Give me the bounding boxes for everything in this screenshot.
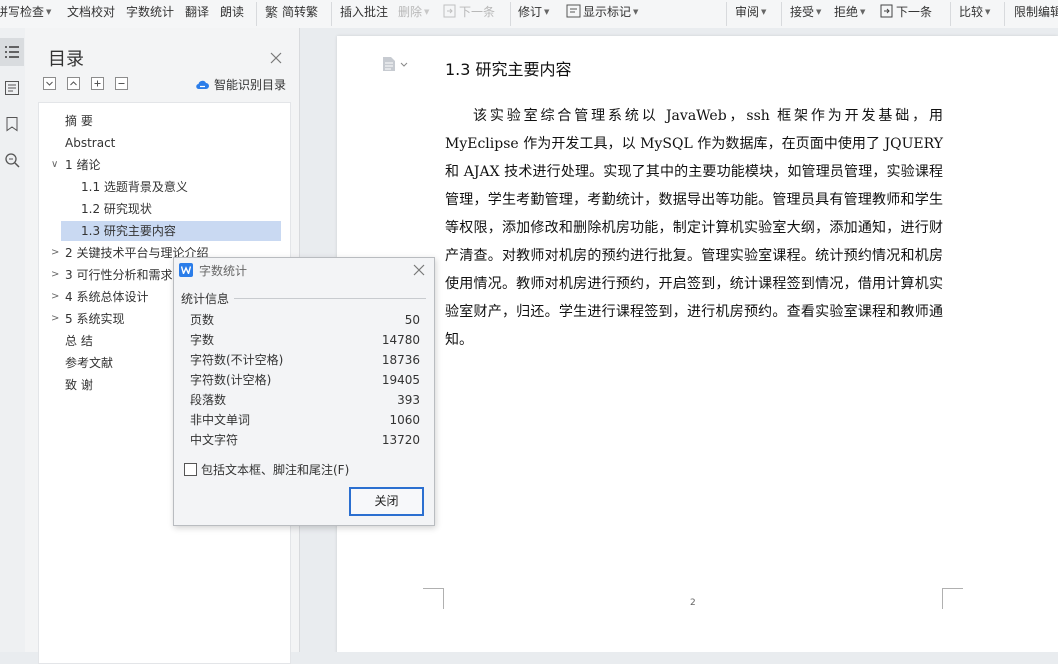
read-aloud-button[interactable]: 朗读 xyxy=(220,4,244,22)
reject-button[interactable]: 拒绝 ▼ xyxy=(834,4,865,22)
bookmark-icon xyxy=(6,117,18,132)
translate-button[interactable]: 翻译 xyxy=(185,4,209,22)
outline-panel-button[interactable] xyxy=(0,74,24,102)
ribbon-separator xyxy=(1004,2,1005,26)
section-body-text: 该实验室综合管理系统以 JavaWeb，ssh 框架作为开发基础，用 MyEcl… xyxy=(445,108,943,348)
accept-button[interactable]: 接受 ▼ xyxy=(790,4,821,22)
stats-group-label: 统计信息 xyxy=(181,292,230,306)
document-icon xyxy=(383,57,408,71)
toc-item-1-1[interactable]: 1.1 选题背景及意义 xyxy=(81,177,188,197)
chevron-right-icon[interactable]: > xyxy=(51,269,59,280)
toc-list-icon xyxy=(5,46,19,58)
add-level-button[interactable] xyxy=(91,77,104,90)
traditional-char-icon: 繁 xyxy=(265,4,280,23)
stat-row-pages: 页数 50 xyxy=(190,313,420,327)
stat-row-words: 字数 14780 xyxy=(190,333,420,347)
toc-item-chapter-4[interactable]: 4 系统总体设计 xyxy=(65,287,148,307)
toc-item-chapter-1[interactable]: 1 绪论 xyxy=(65,155,100,175)
ribbon-separator xyxy=(331,2,332,26)
simplified-to-traditional-button[interactable]: 繁简转繁 xyxy=(265,4,318,22)
toc-item-summary[interactable]: 总 结 xyxy=(65,331,93,351)
ribbon-separator xyxy=(950,2,951,26)
outline-icon xyxy=(5,81,19,95)
svg-text:繁: 繁 xyxy=(265,5,278,19)
ribbon-separator xyxy=(781,2,782,26)
stat-row-paragraphs: 段落数 393 xyxy=(190,393,420,407)
compare-button[interactable]: 比较 ▼ xyxy=(959,4,990,22)
toc-panel-button[interactable] xyxy=(0,38,24,66)
paragraph-menu-button[interactable] xyxy=(382,56,408,76)
toc-item-1-2[interactable]: 1.2 研究现状 xyxy=(81,199,152,219)
dialog-title: 字数统计 xyxy=(199,264,248,278)
remove-level-button[interactable] xyxy=(115,77,128,90)
collapse-all-button[interactable] xyxy=(43,77,56,90)
delete-comment-button[interactable]: 删除 ▼ xyxy=(398,4,429,22)
chevron-right-icon[interactable]: > xyxy=(51,291,59,302)
include-textbox-footnotes-checkbox[interactable] xyxy=(184,463,197,476)
include-textbox-footnotes-label[interactable]: 包括文本框、脚注和尾注(F) xyxy=(201,461,349,478)
group-divider xyxy=(234,298,426,299)
next-change-icon xyxy=(879,4,894,23)
word-count-button[interactable]: 字数统计 xyxy=(126,4,174,22)
word-count-dialog: 字数统计 统计信息 页数 50 字数 14780 字符数(不计空格) 18736 字符… xyxy=(173,257,435,526)
chevron-right-icon[interactable]: > xyxy=(51,247,59,258)
stat-row-chinese-chars: 中文字符 13720 xyxy=(190,433,420,447)
chevron-right-icon[interactable]: > xyxy=(51,313,59,324)
next-change-button[interactable]: 下一条 xyxy=(879,4,932,22)
dialog-close-icon-button[interactable] xyxy=(413,264,425,276)
wps-writer-logo-icon xyxy=(179,263,193,277)
bookmark-panel-button[interactable] xyxy=(0,110,24,138)
show-markup-icon xyxy=(566,4,581,23)
review-button[interactable]: 审阅 ▼ xyxy=(735,4,766,22)
chevron-down-icon xyxy=(46,81,53,86)
track-changes-button[interactable]: 修订 ▼ xyxy=(518,4,549,22)
toc-item-chapter-3[interactable]: 3 可行性分析和需求 xyxy=(65,265,172,285)
toc-item-references[interactable]: 参考文献 xyxy=(65,353,113,373)
page-number: 2 xyxy=(690,598,696,608)
page-corner-mark xyxy=(942,588,963,609)
next-comment-icon xyxy=(442,4,457,23)
toc-item-acknowledgements[interactable]: 致 谢 xyxy=(65,375,93,395)
toc-item-abstract-en[interactable]: Abstract xyxy=(65,133,115,153)
restrict-editing-button[interactable]: 限制编辑 xyxy=(1014,4,1058,22)
cloud-icon xyxy=(195,79,210,94)
plus-icon xyxy=(94,80,101,87)
smart-toc-button[interactable]: 智能识别目录 xyxy=(195,76,286,94)
section-heading: 1.3 研究主要内容 xyxy=(445,60,572,79)
ribbon-separator xyxy=(256,2,257,26)
toc-item-1-3[interactable]: 1.3 研究主要内容 xyxy=(61,221,281,241)
stat-row-chars-no-spaces: 字符数(不计空格) 18736 xyxy=(190,353,420,367)
toc-panel-close-button[interactable] xyxy=(269,50,283,64)
minus-icon xyxy=(118,83,125,84)
stat-row-non-chinese-words: 非中文单词 1060 xyxy=(190,413,420,427)
close-icon xyxy=(270,52,282,64)
review-ribbon: 拼写检查 ▼ 文档校对 字数统计 翻译 朗读 繁简转繁 插入批注 删除 ▼ 下一条 … xyxy=(0,0,1058,29)
find-icon xyxy=(5,153,20,168)
close-icon xyxy=(413,264,425,276)
toc-panel-title: 目录 xyxy=(48,49,84,70)
document-proofread-button[interactable]: 文档校对 xyxy=(67,4,115,22)
chevron-up-icon xyxy=(70,81,77,86)
page-corner-mark xyxy=(423,588,444,609)
chevron-down-icon[interactable]: ∨ xyxy=(51,159,58,170)
insert-comment-button[interactable]: 插入批注 xyxy=(340,4,388,22)
spell-check-button[interactable]: 拼写检查 ▼ xyxy=(0,4,51,22)
dialog-close-button[interactable]: 关闭 xyxy=(349,487,424,516)
side-tool-strip xyxy=(0,28,26,652)
find-panel-button[interactable] xyxy=(0,146,24,174)
stat-row-chars-with-spaces: 字符数(计空格) 19405 xyxy=(190,373,420,387)
ribbon-separator xyxy=(726,2,727,26)
toc-item-chapter-5[interactable]: 5 系统实现 xyxy=(65,309,124,329)
ribbon-separator xyxy=(510,2,511,26)
expand-up-button[interactable] xyxy=(67,77,80,90)
document-page[interactable]: 1.3 研究主要内容 该实验室综合管理系统以 JavaWeb，ssh 框架作为开… xyxy=(337,36,1058,652)
next-comment-button[interactable]: 下一条 xyxy=(442,4,495,22)
toc-item-abstract-cn[interactable]: 摘 要 xyxy=(65,111,93,131)
show-markup-button[interactable]: 显示标记 ▼ xyxy=(566,4,638,22)
